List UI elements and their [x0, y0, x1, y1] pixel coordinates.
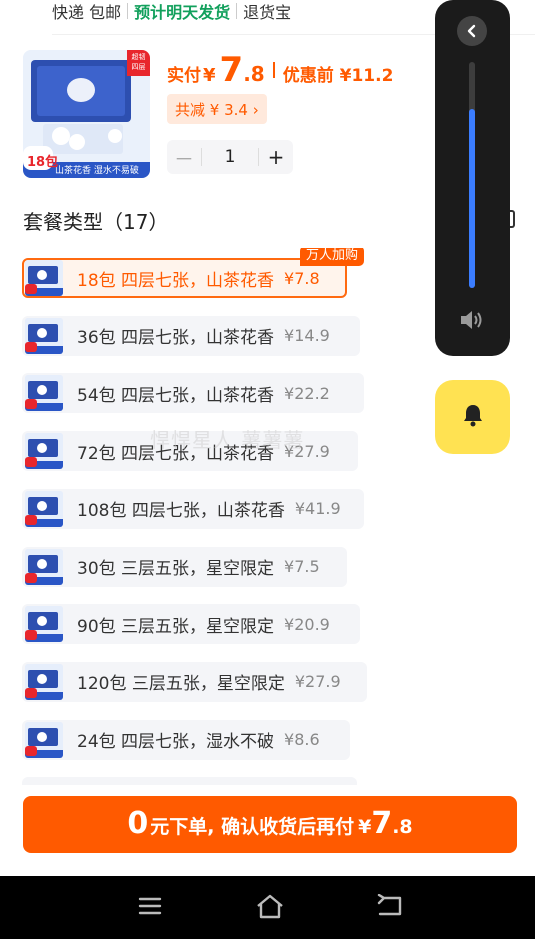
product-image[interactable]: 18包 山茶花香 湿水不易破 超韧 四层 [23, 50, 150, 178]
ship-time-text: 预计明天发货 [134, 3, 231, 22]
option-thumbnail [25, 548, 63, 585]
thumb-caption: 山茶花香 湿水不易破 [55, 166, 139, 176]
popular-badge: 万人加购 [300, 248, 365, 266]
volume-panel [435, 0, 510, 356]
option-name: 24包 四层七张，湿水不破 [77, 732, 275, 753]
cta-currency: ¥ [358, 816, 372, 838]
option-price: ¥27.9 [294, 672, 341, 692]
option-name: 30包 三层五张，星空限定 [77, 559, 275, 579]
volume-level [469, 109, 475, 288]
option-price: ¥22.2 [284, 383, 330, 403]
option-name: 54包 四层七张，山茶花香 [77, 385, 275, 406]
original-price: 优惠前 ¥11.2 [282, 66, 394, 86]
package-option[interactable]: 24包 四层七张，湿水不破 ¥8.6 [22, 719, 350, 760]
option-thumbnail [25, 606, 63, 643]
option-name: 90包 三层五张，星空限定 [77, 616, 275, 637]
divider [272, 62, 275, 78]
option-thumbnail [25, 663, 63, 700]
option-name: 108包 四层七张，山茶花香 [77, 501, 285, 522]
free-shipping-text: 快递 包邮 [52, 3, 122, 22]
home-icon[interactable] [255, 894, 285, 924]
option-price: ¥7.5 [284, 557, 320, 576]
option-name: 36包 四层七张，山茶花香 [77, 328, 275, 349]
quantity-value[interactable]: 1 [201, 148, 259, 166]
cta-zero: 0 [127, 806, 149, 841]
option-thumbnail [25, 375, 63, 412]
package-option-peek[interactable] [22, 777, 357, 785]
option-price: ¥14.9 [284, 326, 330, 346]
bell-button[interactable] [435, 380, 510, 454]
pay-label: 实付 [167, 66, 201, 86]
quantity-stepper: － 1 + [167, 140, 293, 174]
package-option[interactable]: 108包 四层七张，山茶花香 ¥41.9 [22, 488, 364, 529]
discount-badge[interactable]: 共减 ¥ 3.4 › [167, 94, 267, 124]
increment-button[interactable]: + [259, 145, 293, 169]
price-decimal: .8 [243, 62, 265, 86]
option-thumbnail [25, 260, 63, 296]
divider [236, 3, 238, 19]
watermark: 悍悍星人 薯薯薯 [150, 428, 305, 452]
order-button[interactable]: 0 元下单, 确认收货后再付 ¥ 7 .8 [23, 796, 517, 853]
option-price: ¥41.9 [294, 499, 341, 519]
option-name: 18包 四层七张，山茶花香 [77, 270, 275, 291]
product-sku-sheet: 快递 包邮 预计明天发货 退货宝 18包 山茶花香 湿水不易破 超韧 四层 实付… [0, 0, 535, 939]
price-line: 实付 ¥ 7 .8 优惠前 ¥11.2 [167, 50, 393, 90]
package-option[interactable]: 54包 四层七张，山茶花香 ¥22.2 [22, 373, 364, 414]
option-name: 120包 三层五张，星空限定 [77, 674, 285, 695]
option-price: ¥7.8 [284, 268, 320, 288]
cta-text: 元下单, 确认收货后再付 [150, 816, 355, 838]
volume-slider[interactable] [469, 62, 475, 288]
option-price: ¥8.6 [284, 730, 320, 750]
cta-price-integer: 7 [371, 806, 393, 841]
thumb-pack-label: 18包 [27, 155, 59, 170]
back-icon[interactable] [376, 893, 404, 922]
chevron-left-icon[interactable] [457, 16, 487, 46]
package-option[interactable]: 18包 四层七张，山茶花香 ¥7.8 [22, 258, 347, 298]
price-integer: 7 [219, 50, 244, 90]
option-thumbnail [25, 490, 63, 527]
package-option[interactable]: 120包 三层五张，星空限定 ¥27.9 [22, 661, 367, 702]
option-thumbnail [25, 317, 63, 354]
package-option[interactable]: 90包 三层五张，星空限定 ¥20.9 [22, 604, 360, 645]
option-thumbnail [25, 721, 63, 758]
package-option[interactable]: 36包 四层七张，山茶花香 ¥14.9 [22, 315, 360, 356]
system-nav-bar [0, 876, 535, 939]
currency-symbol: ¥ [203, 65, 216, 86]
thumb-badge: 超韧 四层 [131, 53, 146, 71]
decrement-button[interactable]: － [167, 143, 201, 172]
option-price: ¥20.9 [284, 614, 330, 634]
divider [127, 3, 129, 19]
option-thumbnail [25, 433, 63, 470]
bell-icon [462, 403, 484, 431]
speaker-icon[interactable] [459, 308, 485, 336]
package-option[interactable]: 30包 三层五张，星空限定 ¥7.5 [22, 546, 347, 587]
shipping-info: 快递 包邮 预计明天发货 退货宝 [52, 0, 291, 22]
package-type-title: 套餐类型（17） [23, 210, 169, 234]
menu-icon[interactable] [138, 894, 162, 922]
cta-price-decimal: .8 [392, 816, 413, 838]
returns-text: 退货宝 [243, 3, 292, 22]
